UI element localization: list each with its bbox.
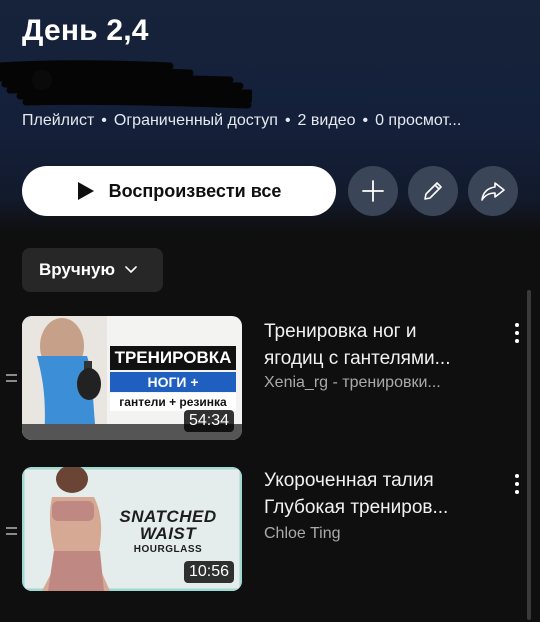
playlist-type: Плейлист (22, 112, 95, 129)
play-all-button[interactable]: Воспроизвести все (22, 166, 336, 216)
video-duration: 54:34 (183, 410, 234, 432)
add-to-playlist-button[interactable] (348, 166, 398, 216)
video-thumbnail[interactable]: SNATCHED WAIST HOURGLASS 10:56 (22, 467, 242, 591)
plus-icon (362, 180, 384, 202)
play-all-label: Воспроизвести все (108, 180, 282, 201)
drag-handle-icon[interactable] (6, 374, 17, 382)
share-playlist-button[interactable] (468, 166, 518, 216)
scrollbar[interactable] (527, 290, 531, 620)
thumbnail-text-line3: HOURGLASS (133, 544, 203, 555)
thumbnail-text-line2: WAIST (139, 524, 197, 543)
sort-label: Вручную (39, 260, 116, 279)
video-title[interactable]: Укороченная талия Глубокая трениров... (264, 467, 494, 521)
sort-dropdown[interactable]: Вручную (22, 248, 163, 292)
video-channel[interactable]: Chloe Ting (264, 525, 494, 543)
thumbnail-text-line1: ТРЕНИРОВКА (114, 348, 232, 367)
playlist-views: 0 просмот... (375, 112, 462, 129)
playlist-video-count: 2 видео (297, 112, 356, 129)
playlist-title: День 2,4 (22, 14, 149, 47)
video-title-line2: Глубокая трениров... (264, 497, 449, 518)
video-title-line2: ягодиц с гантелями... (264, 348, 451, 369)
video-duration: 10:56 (183, 561, 234, 583)
list-item[interactable]: SNATCHED WAIST HOURGLASS 10:56 Укороченн… (0, 467, 540, 593)
more-vert-icon[interactable] (511, 322, 523, 344)
edit-playlist-button[interactable] (408, 166, 458, 216)
playlist-access: Ограниченный доступ (113, 112, 278, 129)
list-item[interactable]: ТРЕНИРОВКА НОГИ + ЯГОДИЦЫ гантели + рези… (0, 316, 540, 442)
video-thumbnail[interactable]: ТРЕНИРОВКА НОГИ + ЯГОДИЦЫ гантели + рези… (22, 316, 242, 440)
video-title-line1: Укороченная талия (264, 470, 434, 491)
playlist-meta: Плейлист • Ограниченный доступ • 2 видео • 0 п… (22, 112, 462, 129)
video-title-line1: Тренировка ног и (264, 321, 417, 342)
share-icon (481, 182, 505, 201)
more-vert-icon[interactable] (511, 473, 523, 495)
redacted-scribble (0, 60, 252, 109)
drag-handle-icon[interactable] (6, 527, 17, 535)
chevron-down-icon (125, 266, 137, 274)
thumbnail-text-line3: гантели + резинка (119, 395, 227, 409)
video-channel[interactable]: Xenia_rg - тренировки... (264, 374, 494, 392)
play-icon (77, 182, 94, 200)
thumbnail-text-line2: НОГИ + ЯГОДИЦЫ (136, 374, 210, 410)
pencil-icon (424, 182, 442, 200)
video-title[interactable]: Тренировка ног и ягодиц с гантелями... (264, 318, 494, 372)
